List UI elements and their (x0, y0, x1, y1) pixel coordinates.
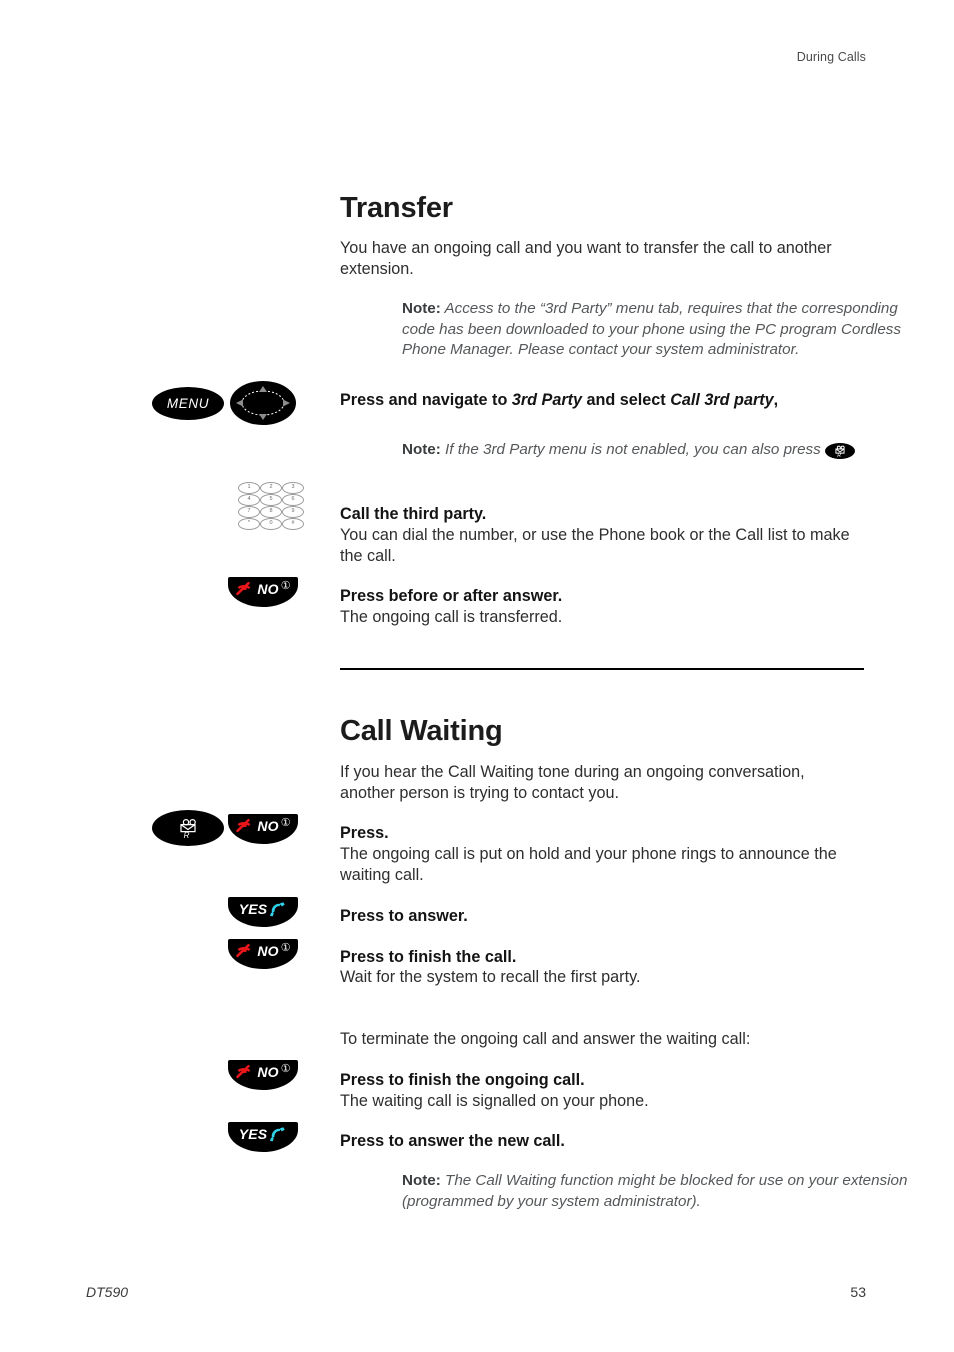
menu-key-icon: MENU (152, 387, 224, 420)
transfer-step-2-title: Call the third party. (340, 505, 487, 523)
power-symbol-icon: ① (280, 816, 291, 829)
handset-icon (270, 1127, 286, 1142)
transfer-step-1-title: Press and navigate to 3rd Party and sele… (340, 390, 866, 411)
transfer-step-2-body: You can dial the number, or use the Phon… (340, 526, 850, 565)
power-symbol-icon: ① (280, 579, 291, 592)
key-illustration-gutter: MENU 1 2 3 4 5 6 7 8 9 * 0 # NO ① R NO ①… (0, 0, 340, 1352)
keypad-key: 7 (238, 506, 260, 518)
yes-key-label: YES (238, 901, 268, 917)
call-waiting-step-1-title: Press. (340, 824, 389, 842)
call-waiting-step-2-title: Press to answer. (340, 907, 468, 925)
keypad-key: 9 (282, 506, 304, 518)
keypad-key: 5 (260, 494, 282, 506)
keypad-key: 4 (238, 494, 260, 506)
crossed-handset-icon (236, 1064, 251, 1079)
keypad-key: 3 (282, 482, 304, 494)
step-text: Press and navigate to (340, 391, 512, 409)
note-body: Access to the “3rd Party” menu tab, requ… (402, 300, 901, 358)
note-label: Note: (402, 441, 441, 458)
page-title-call-waiting: Call Waiting (340, 715, 503, 747)
page-header: During Calls (796, 50, 866, 64)
transfer-step-3-title: Press before or after answer. (340, 587, 563, 605)
transfer-inner-note: Note: If the 3rd Party menu is not enabl… (340, 440, 928, 461)
power-symbol-icon: ① (280, 941, 291, 954)
call-waiting-note: Note: The Call Waiting function might be… (340, 1171, 928, 1212)
call-waiting-transition: To terminate the ongoing call and answer… (340, 1030, 751, 1048)
note-label: Note: (402, 1172, 441, 1189)
no-key-label: NO (257, 943, 279, 959)
keypad-key: 6 (282, 494, 304, 506)
page-number: 53 (850, 1284, 866, 1300)
note-label: Note: (402, 300, 441, 317)
step-emphasis-call-3rd-party: Call 3rd party (670, 391, 774, 409)
note-body: If the 3rd Party menu is not enabled, yo… (445, 441, 825, 458)
svg-text:R: R (184, 831, 190, 838)
yes-key-icon: YES (228, 897, 298, 927)
r-key-icon: R (152, 810, 224, 846)
call-waiting-step-3-title: Press to finish the call. (340, 948, 517, 966)
call-waiting-step-4-body: The waiting call is signalled on your ph… (340, 1092, 649, 1110)
handset-icon (270, 902, 286, 917)
keypad-icon: 1 2 3 4 5 6 7 8 9 * 0 # (238, 482, 304, 530)
menu-key-label: MENU (166, 396, 210, 411)
crossed-handset-icon (236, 943, 251, 958)
transfer-step-3-body: The ongoing call is transferred. (340, 608, 563, 626)
navigation-key-icon (230, 381, 296, 425)
call-waiting-step-1-body: The ongoing call is put on hold and your… (340, 845, 837, 884)
power-symbol-icon: ① (280, 1062, 291, 1075)
svg-text:R: R (837, 453, 841, 457)
section-divider (340, 668, 864, 670)
no-key-icon: NO ① (228, 577, 298, 607)
crossed-handset-icon (236, 818, 251, 833)
transfer-intro: You have an ongoing call and you want to… (340, 239, 832, 278)
step-emphasis-3rd-party: 3rd Party (511, 391, 583, 409)
no-key-label: NO (257, 818, 279, 834)
note-body: The Call Waiting function might be block… (402, 1172, 908, 1210)
no-key-icon: NO ① (228, 1060, 298, 1090)
no-key-label: NO (257, 1064, 279, 1080)
no-key-icon: NO ① (228, 939, 298, 969)
transfer-note: Note: Access to the “3rd Party” menu tab… (340, 299, 928, 361)
keypad-key: * (238, 518, 260, 530)
no-key-label: NO (257, 581, 279, 597)
call-waiting-step-4-title: Press to finish the ongoing call. (340, 1071, 585, 1089)
keypad-key: 2 (260, 482, 282, 494)
keypad-key: 0 (260, 518, 282, 530)
crossed-handset-icon (236, 581, 251, 596)
r-key-inline-icon: R (824, 443, 855, 459)
call-waiting-step-5-title: Press to answer the new call. (340, 1132, 565, 1150)
call-waiting-step-3-body: Wait for the system to recall the first … (340, 968, 641, 986)
no-key-icon: NO ① (228, 814, 298, 844)
step-text: , (773, 391, 779, 409)
keypad-key: 8 (260, 506, 282, 518)
step-text: and select (582, 391, 671, 409)
call-waiting-intro: If you hear the Call Waiting tone during… (340, 763, 805, 802)
yes-key-label: YES (238, 1126, 268, 1142)
keypad-key: 1 (238, 482, 260, 494)
page-title-transfer: Transfer (340, 192, 453, 224)
yes-key-icon: YES (228, 1122, 298, 1152)
keypad-key: # (282, 518, 304, 530)
